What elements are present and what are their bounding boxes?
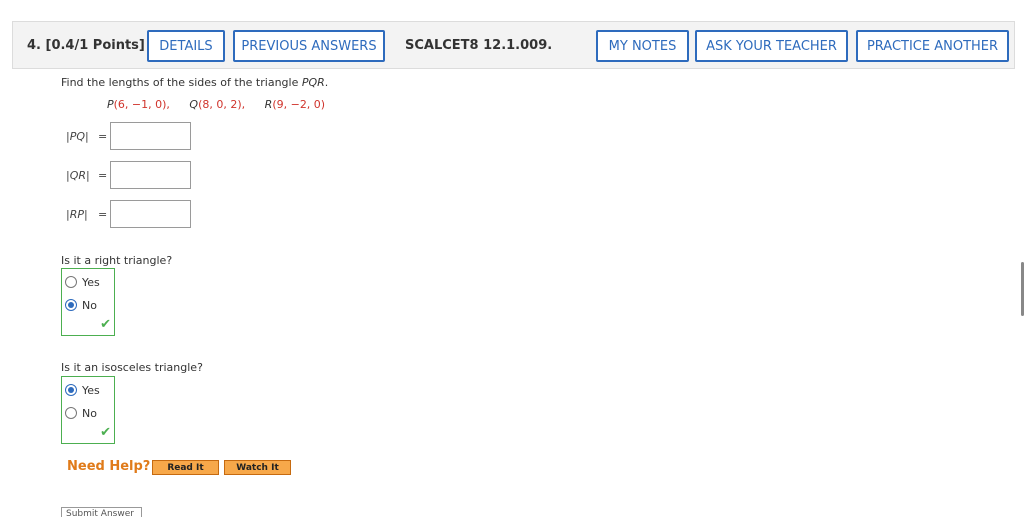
equals-sign: = xyxy=(98,129,108,143)
equals-sign: = xyxy=(98,207,108,221)
option-label: No xyxy=(82,298,97,312)
point-coords: (9, −2, 0) xyxy=(272,98,326,111)
question-number: 4. [0.4/1 Points] xyxy=(27,38,145,53)
radio-button[interactable] xyxy=(65,407,77,419)
correct-check-icon: ✔ xyxy=(100,425,111,440)
answer-row-rp: |RP| = xyxy=(66,199,191,229)
triangle-name: PQR xyxy=(301,76,325,89)
watch-it-button[interactable]: Watch It xyxy=(224,460,291,475)
previous-answers-button[interactable]: PREVIOUS ANSWERS xyxy=(233,30,385,62)
option-no[interactable]: No xyxy=(65,406,97,420)
answer-label: |PQ| xyxy=(66,129,89,143)
answer-label: |RP| xyxy=(66,207,88,221)
option-label: No xyxy=(82,406,97,420)
prompt-text: Find the lengths of the sides of the tri… xyxy=(61,76,302,89)
point-label: Q xyxy=(189,98,199,111)
question-header: 4. [0.4/1 Points] DETAILS PREVIOUS ANSWE… xyxy=(12,21,1015,69)
point-coords: (8, 0, 2), xyxy=(198,98,246,111)
point-coords: (6, −1, 0), xyxy=(113,98,170,111)
radio-button-selected[interactable] xyxy=(65,299,77,311)
segment-name: PQ xyxy=(69,129,86,143)
isosceles-choices: Yes No ✔ xyxy=(61,376,115,444)
point-p: P(6, −1, 0), xyxy=(107,98,170,111)
equals-sign: = xyxy=(98,168,108,182)
option-yes[interactable]: Yes xyxy=(65,383,100,397)
right-triangle-question: Is it a right triangle? xyxy=(61,254,173,267)
point-coordinates: P(6, −1, 0), Q(8, 0, 2), R(9, −2, 0) xyxy=(107,98,341,111)
option-yes[interactable]: Yes xyxy=(65,275,100,289)
practice-another-button[interactable]: PRACTICE ANOTHER xyxy=(856,30,1009,62)
ask-teacher-button[interactable]: ASK YOUR TEACHER xyxy=(695,30,848,62)
point-label: P xyxy=(107,98,114,111)
option-no[interactable]: No xyxy=(65,298,97,312)
point-q: Q(8, 0, 2), xyxy=(189,98,245,111)
radio-button[interactable] xyxy=(65,276,77,288)
answer-row-qr: |QR| = xyxy=(66,160,191,190)
my-notes-button[interactable]: MY NOTES xyxy=(596,30,689,62)
details-button[interactable]: DETAILS xyxy=(147,30,225,62)
answer-row-pq: |PQ| = xyxy=(66,121,191,151)
radio-button-selected[interactable] xyxy=(65,384,77,396)
isosceles-question: Is it an isosceles triangle? xyxy=(61,361,203,374)
submit-answer-button[interactable]: Submit Answer xyxy=(61,507,142,517)
problem-code: SCALCET8 12.1.009. xyxy=(405,38,553,53)
option-label: Yes xyxy=(82,383,100,397)
correct-check-icon: ✔ xyxy=(100,317,111,332)
segment-name: RP xyxy=(69,207,84,221)
option-label: Yes xyxy=(82,275,100,289)
need-help-label: Need Help? xyxy=(67,459,151,474)
point-r: R(9, −2, 0) xyxy=(265,98,325,111)
read-it-button[interactable]: Read It xyxy=(152,460,219,475)
pq-length-input[interactable] xyxy=(110,122,191,150)
qr-length-input[interactable] xyxy=(110,161,191,189)
prompt-suffix: . xyxy=(324,76,329,89)
problem-prompt: Find the lengths of the sides of the tri… xyxy=(61,76,328,89)
answer-label: |QR| xyxy=(66,168,90,182)
rp-length-input[interactable] xyxy=(110,200,191,228)
segment-name: QR xyxy=(69,168,87,182)
right-triangle-choices: Yes No ✔ xyxy=(61,268,115,336)
